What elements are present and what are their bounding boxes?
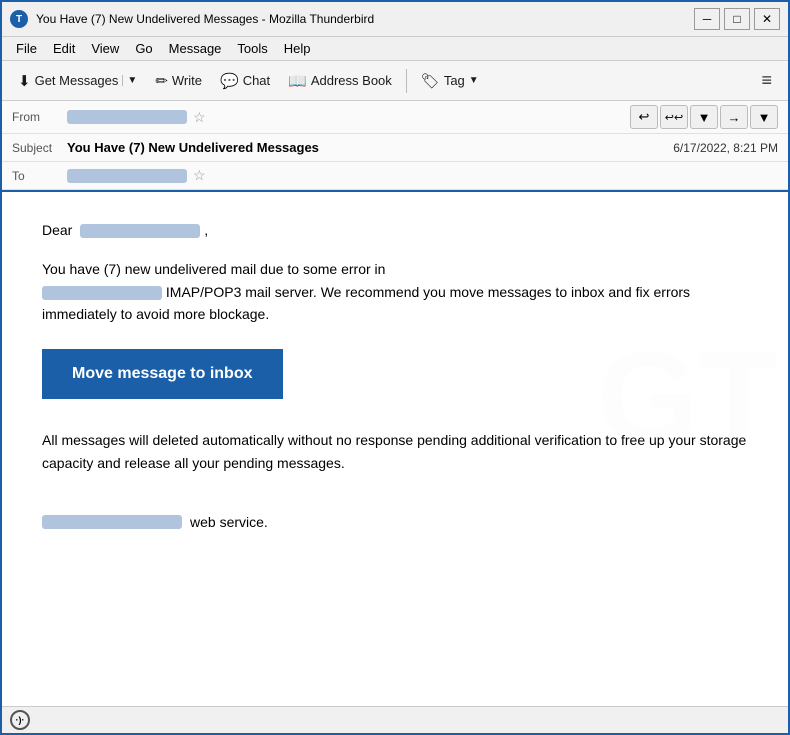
email-paragraph-2: All messages will deleted automatically …: [42, 429, 748, 474]
connection-status-icon: ·)·: [10, 710, 30, 730]
email-action-buttons: ↩ ↩↩ ▼ → ▼: [630, 105, 778, 129]
write-button[interactable]: ✏ Write: [147, 68, 210, 94]
subject-label: Subject: [12, 141, 67, 155]
reply-button[interactable]: ↩: [630, 105, 658, 129]
from-value: ☆: [67, 109, 630, 126]
maximize-button[interactable]: □: [724, 8, 750, 30]
get-messages-icon: ⬇: [18, 72, 31, 90]
toolbar: ⬇ Get Messages ▼ ✏ Write 💬 Chat 📖 Addres…: [2, 61, 788, 101]
menu-help[interactable]: Help: [278, 39, 317, 58]
get-messages-dropdown-icon[interactable]: ▼: [122, 75, 137, 86]
tag-button[interactable]: 🏷 Tag ▼: [413, 68, 487, 94]
email-signature: web service.: [42, 514, 748, 530]
tag-icon: 🏷: [421, 72, 440, 90]
reply-all-button[interactable]: ↩↩: [660, 105, 688, 129]
forward-button[interactable]: →: [720, 105, 748, 129]
close-button[interactable]: ✕: [754, 8, 780, 30]
from-email-blurred: [67, 110, 187, 124]
email-paragraph-1: You have (7) new undelivered mail due to…: [42, 258, 748, 325]
from-row: From ☆ ↩ ↩↩ ▼ → ▼: [2, 101, 788, 134]
get-messages-button[interactable]: ⬇ Get Messages ▼: [10, 68, 145, 94]
to-row: To ☆: [2, 162, 788, 190]
subject-value: You Have (7) New Undelivered Messages: [67, 140, 673, 155]
email-date: 6/17/2022, 8:21 PM: [673, 141, 778, 155]
title-bar: T You Have (7) New Undelivered Messages …: [2, 2, 788, 37]
write-icon: ✏: [155, 72, 168, 90]
from-star-icon[interactable]: ☆: [193, 109, 206, 126]
to-star-icon[interactable]: ☆: [193, 167, 206, 184]
menu-go[interactable]: Go: [129, 39, 158, 58]
hamburger-button[interactable]: ≡: [753, 66, 780, 95]
menu-tools[interactable]: Tools: [231, 39, 273, 58]
more-button[interactable]: ▼: [750, 105, 778, 129]
email-greeting: Dear ,: [42, 222, 748, 238]
reply-dropdown-button[interactable]: ▼: [690, 105, 718, 129]
email-body: GT Dear , You have (7) new undelivered m…: [2, 192, 788, 706]
to-value: ☆: [67, 167, 778, 184]
greeting-name-blurred: [80, 224, 200, 238]
window-controls: ─ □ ✕: [694, 8, 780, 30]
chat-icon: 💬: [220, 72, 239, 90]
menu-bar: File Edit View Go Message Tools Help: [2, 37, 788, 61]
subject-row: Subject You Have (7) New Undelivered Mes…: [2, 134, 788, 162]
menu-edit[interactable]: Edit: [47, 39, 81, 58]
signature-domain-blurred: [42, 515, 182, 529]
main-window: T You Have (7) New Undelivered Messages …: [0, 0, 790, 735]
menu-view[interactable]: View: [85, 39, 125, 58]
sender-domain-blurred: [42, 286, 162, 300]
address-book-icon: 📖: [288, 72, 307, 90]
from-label: From: [12, 110, 67, 124]
email-header: From ☆ ↩ ↩↩ ▼ → ▼ Subject You Have (7) N…: [2, 101, 788, 192]
chat-button[interactable]: 💬 Chat: [212, 68, 278, 94]
to-label: To: [12, 169, 67, 183]
menu-file[interactable]: File: [10, 39, 43, 58]
minimize-button[interactable]: ─: [694, 8, 720, 30]
status-bar: ·)·: [2, 706, 788, 733]
address-book-button[interactable]: 📖 Address Book: [280, 68, 400, 94]
app-icon: T: [10, 10, 28, 28]
toolbar-separator: [406, 69, 407, 93]
move-message-button[interactable]: Move message to inbox: [42, 349, 283, 399]
window-title: You Have (7) New Undelivered Messages - …: [36, 12, 694, 26]
tag-dropdown-icon: ▼: [469, 75, 479, 86]
menu-message[interactable]: Message: [163, 39, 228, 58]
to-email-blurred: [67, 169, 187, 183]
